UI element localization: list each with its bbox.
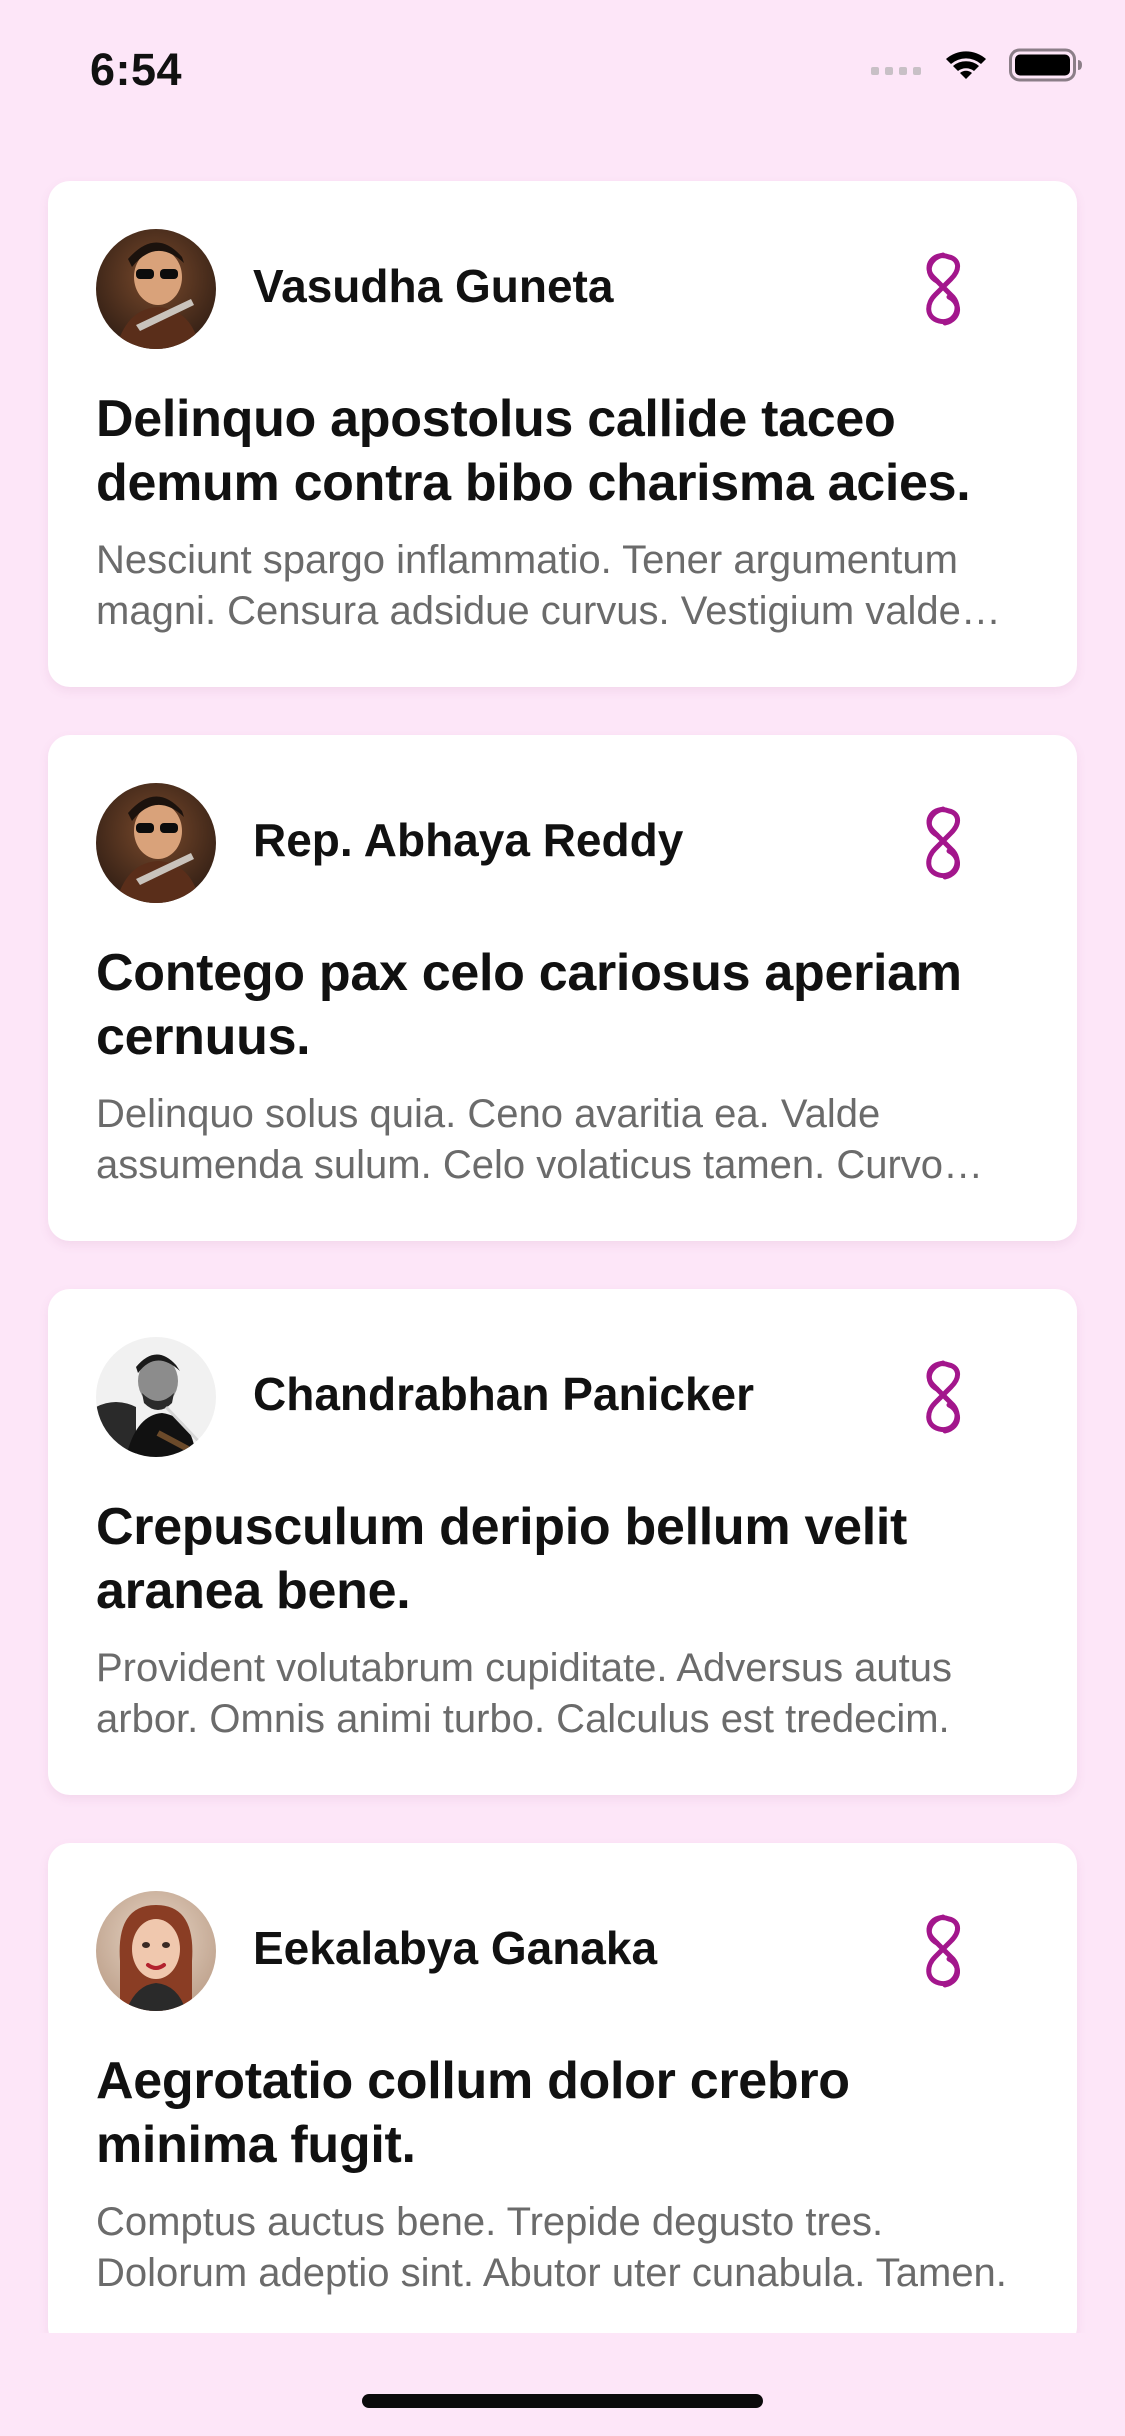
author-name: Chandrabhan Panicker: [253, 1368, 755, 1420]
post-title: Delinquo apostolus callide taceo demum c…: [96, 390, 971, 512]
post-excerpt: Comptus auctus bene. Trepide degusto tre…: [96, 2200, 1007, 2295]
post-feed[interactable]: Vasudha Guneta Delinquo apostolus callid…: [0, 0, 1125, 2333]
post-card[interactable]: Chandrabhan Panicker Crepusculum deripio…: [48, 1289, 1077, 1795]
avatar[interactable]: [96, 783, 216, 903]
post-title: Contego pax celo cariosus aperiam cernuu…: [96, 944, 962, 1066]
post-excerpt: Delinquo solus quia. Ceno avaritia ea. V…: [96, 1092, 944, 1187]
post-card[interactable]: Rep. Abhaya Reddy Contego pax celo cario…: [48, 735, 1077, 1241]
author-name: Vasudha Guneta: [253, 260, 614, 312]
post-excerpt: Nesciunt spargo inflammatio. Tener argum…: [96, 538, 961, 633]
author-name: Eekalabya Ganaka: [253, 1922, 658, 1974]
post-title: Crepusculum deripio bellum velit aranea …: [96, 1498, 907, 1620]
pink-loop-logo-icon: [919, 1357, 967, 1437]
avatar[interactable]: [96, 229, 216, 349]
pink-loop-logo-icon: [919, 249, 967, 329]
pink-loop-logo-icon: [919, 803, 967, 883]
avatar[interactable]: [96, 1337, 216, 1457]
post-excerpt: Provident volutabrum cupiditate. Adversu…: [96, 1646, 953, 1741]
post-card[interactable]: Vasudha Guneta Delinquo apostolus callid…: [48, 181, 1077, 687]
avatar[interactable]: [96, 1891, 216, 2011]
home-indicator[interactable]: [362, 2394, 763, 2408]
pink-loop-logo-icon: [919, 1911, 967, 1991]
post-card[interactable]: Eekalabya Ganaka Aegrotatio collum dolor…: [48, 1843, 1077, 2333]
post-title: Aegrotatio collum dolor crebro minima fu…: [96, 2052, 850, 2174]
author-name: Rep. Abhaya Reddy: [253, 814, 684, 866]
